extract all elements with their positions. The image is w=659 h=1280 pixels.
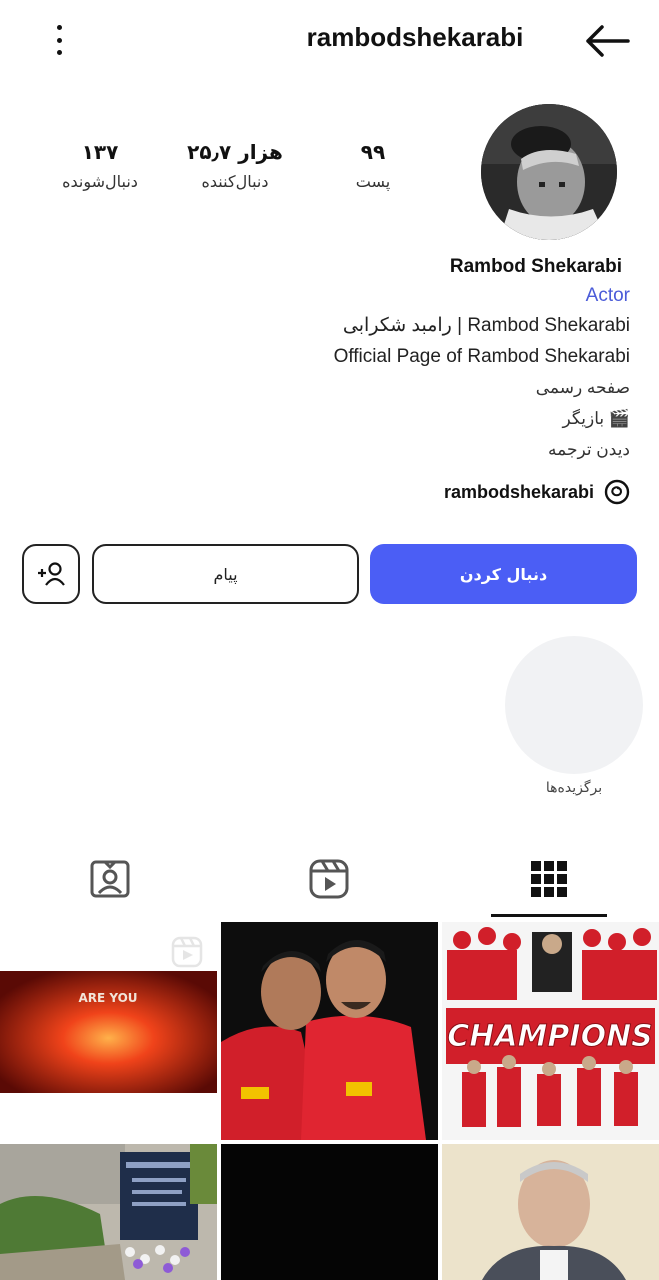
- posts-grid: CHAMPIONS ARE YOU: [0, 922, 659, 1280]
- page-title: rambodshekarabi: [306, 22, 524, 52]
- grid-icon: [531, 861, 567, 897]
- profile-name: Rambod Shekarabi: [449, 256, 622, 277]
- post-tile[interactable]: [0, 1144, 217, 1280]
- tab-reels[interactable]: [259, 838, 399, 920]
- avatar[interactable]: [481, 104, 617, 240]
- threads-handle: rambodshekarabi: [443, 481, 594, 502]
- posts-stat: ۹۹ پست: [303, 140, 443, 191]
- see-translation-link[interactable]: دیدن ترجمه: [70, 434, 630, 465]
- post-tile[interactable]: CHAMPIONS: [442, 922, 659, 1140]
- active-tab-indicator: [491, 914, 607, 917]
- profile-tabs: [0, 838, 659, 920]
- follow-button[interactable]: دنبال کردن: [370, 544, 637, 604]
- post-tile[interactable]: [221, 922, 438, 1140]
- posts-count: ۹۹: [360, 140, 386, 164]
- add-user-button[interactable]: [22, 544, 80, 604]
- post-tile[interactable]: ARE YOU: [0, 922, 217, 1140]
- message-button[interactable]: پیام: [92, 544, 359, 604]
- top-bar: rambodshekarabi: [0, 0, 659, 84]
- more-vertical-icon[interactable]: [44, 22, 74, 58]
- bio-line: رامبد شکرابی | Rambod Shekarabi: [342, 315, 630, 336]
- threads-link[interactable]: rambodshekarabi: [444, 476, 630, 508]
- bio-line: صفحه رسمی: [535, 378, 630, 397]
- following-label: دنبال‌شونده: [62, 172, 138, 191]
- bio-line: بازیگر 🎬: [562, 409, 630, 428]
- bio-line: Official Page of Rambod Shekarabi: [333, 346, 630, 367]
- post-caption: CHAMPIONS: [447, 1019, 653, 1054]
- posts-label: پست: [355, 172, 391, 191]
- followers-stat[interactable]: ۲۵٫۷ هزار دنبال‌کننده: [165, 140, 305, 191]
- reels-icon: [309, 859, 349, 899]
- post-tile[interactable]: [442, 1144, 659, 1280]
- profile-stats: ۱۳۷ دنبال‌شونده ۲۵٫۷ هزار دنبال‌کننده ۹۹…: [30, 140, 430, 210]
- tab-posts-grid[interactable]: [479, 838, 619, 920]
- tagged-icon: [90, 860, 130, 898]
- arrow-back-icon[interactable]: [582, 22, 632, 60]
- post-tile[interactable]: [221, 1144, 438, 1280]
- profile-category: Actor: [585, 285, 630, 306]
- followers-label: دنبال‌کننده: [201, 172, 269, 191]
- add-user-icon: [38, 562, 65, 586]
- followers-count: ۲۵٫۷ هزار: [187, 140, 283, 164]
- highlight-circle[interactable]: [505, 636, 643, 774]
- following-stat[interactable]: ۱۳۷ دنبال‌شونده: [30, 140, 170, 191]
- threads-icon: [604, 479, 630, 505]
- post-caption: ARE YOU: [78, 991, 137, 1005]
- tab-tagged[interactable]: [40, 838, 180, 920]
- highlight-label: برگزیده‌ها: [545, 780, 603, 796]
- profile-bio: Rambod Shekarabi Actor رامبد شکرابی | Ra…: [70, 252, 630, 465]
- following-count: ۱۳۷: [81, 140, 119, 164]
